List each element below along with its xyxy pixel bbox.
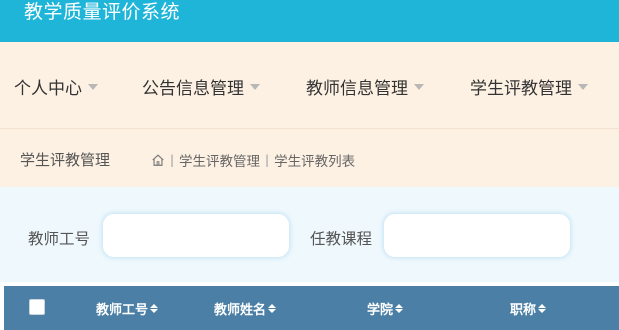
column-header-title[interactable]: 职称	[510, 299, 547, 318]
filter-bar: 教师工号 任教课程	[0, 187, 619, 282]
chevron-down-icon	[578, 83, 588, 90]
breadcrumb: | 学生评教管理 | 学生评教列表	[151, 150, 355, 170]
course-label: 任教课程	[310, 230, 373, 248]
main-nav: 个人中心 公告信息管理 教师信息管理 学生评教管理	[0, 42, 619, 129]
breadcrumb-item[interactable]: 学生评教管理	[179, 150, 260, 170]
course-input[interactable]	[383, 213, 571, 258]
column-header-label: 职称	[510, 303, 537, 318]
top-header-bar: 教学质量评价系统	[0, 0, 619, 42]
sort-icon	[150, 304, 159, 313]
nav-item-label: 个人中心	[14, 79, 82, 99]
nav-item-label: 教师信息管理	[306, 79, 408, 99]
nav-item-label: 学生评教管理	[470, 79, 572, 99]
sort-icon	[395, 304, 404, 313]
column-header-teacher-id[interactable]: 教师工号	[96, 299, 159, 318]
nav-item-teacher-management[interactable]: 教师信息管理	[306, 74, 424, 99]
teacher-id-label: 教师工号	[28, 230, 91, 248]
chevron-down-icon	[88, 83, 98, 90]
chevron-down-icon	[414, 83, 424, 90]
column-header-label: 教师工号	[96, 303, 149, 318]
breadcrumb-separator: |	[265, 153, 270, 167]
column-header-teacher-name[interactable]: 教师姓名	[214, 299, 277, 318]
nav-item-label: 公告信息管理	[142, 79, 244, 99]
sort-icon	[268, 304, 277, 313]
nav-item-personal-center[interactable]: 个人中心	[14, 74, 98, 99]
breadcrumb-item-current: 学生评教列表	[274, 154, 356, 170]
column-header-label: 教师姓名	[214, 303, 267, 318]
teacher-id-input[interactable]	[102, 213, 290, 258]
column-header-label: 学院	[367, 303, 394, 318]
nav-item-announcement-management[interactable]: 公告信息管理	[142, 74, 260, 99]
app-title: 教学质量评价系统	[24, 1, 181, 23]
select-all-checkbox[interactable]	[29, 299, 45, 315]
page-title: 学生评教管理	[20, 151, 111, 169]
nav-item-student-evaluation-management[interactable]: 学生评教管理	[470, 74, 588, 99]
sort-icon	[538, 304, 547, 313]
breadcrumb-bar: 学生评教管理 | 学生评教管理 | 学生评教列表	[0, 129, 619, 187]
home-icon[interactable]	[151, 153, 165, 167]
breadcrumb-separator: |	[170, 153, 175, 167]
column-header-college[interactable]: 学院	[367, 299, 404, 318]
table-header: 教师工号 教师姓名 学院 职称	[4, 286, 619, 330]
chevron-down-icon	[250, 83, 260, 90]
